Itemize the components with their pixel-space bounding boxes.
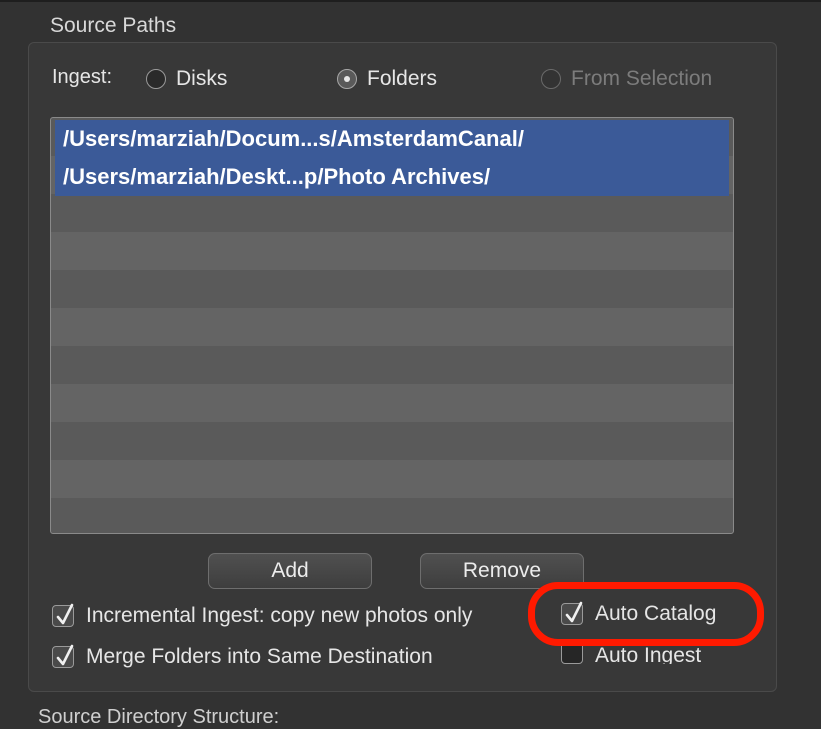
checkmark-icon [56, 644, 74, 666]
incremental-ingest-checkbox[interactable]: Incremental Ingest: copy new photos only [52, 603, 473, 628]
merge-folders-label: Merge Folders into Same Destination [86, 645, 433, 668]
checkbox-box [52, 644, 74, 668]
auto-catalog-checkbox[interactable]: Auto Catalog [561, 601, 717, 626]
radio-disks[interactable]: Disks [146, 67, 227, 91]
ingest-label: Ingest: [52, 66, 113, 88]
checkbox-box [561, 601, 583, 625]
add-button[interactable]: Add [208, 553, 372, 589]
radio-indicator [337, 69, 357, 89]
radio-indicator [541, 69, 561, 89]
merge-folders-checkbox[interactable]: Merge Folders into Same Destination [52, 644, 433, 669]
path-row[interactable]: /Users/marziah/Docum...s/AmsterdamCanal/ [55, 120, 729, 158]
checkmark-icon [565, 601, 583, 623]
auto-catalog-label: Auto Catalog [595, 602, 717, 625]
source-directory-structure-title: Source Directory Structure: [38, 706, 280, 728]
auto-ingest-checkbox[interactable]: Auto Ingest [561, 642, 701, 664]
radio-folders[interactable]: Folders [337, 67, 437, 91]
auto-ingest-label: Auto Ingest [595, 644, 702, 664]
radio-folders-label: Folders [367, 67, 438, 90]
radio-disks-label: Disks [176, 67, 228, 90]
path-row[interactable]: /Users/marziah/Deskt...p/Photo Archives/ [55, 158, 729, 196]
source-path-list[interactable]: /Users/marziah/Docum...s/AmsterdamCanal/… [50, 117, 734, 534]
top-divider [0, 0, 821, 2]
checkbox-box [561, 642, 583, 664]
radio-indicator [146, 69, 166, 89]
section-title: Source Paths [50, 14, 177, 37]
incremental-ingest-label: Incremental Ingest: copy new photos only [86, 604, 473, 627]
remove-button[interactable]: Remove [420, 553, 584, 589]
checkmark-icon [56, 603, 74, 625]
checkbox-box [52, 603, 74, 627]
radio-from-selection[interactable]: From Selection [541, 67, 712, 91]
radio-from-selection-label: From Selection [571, 67, 713, 90]
